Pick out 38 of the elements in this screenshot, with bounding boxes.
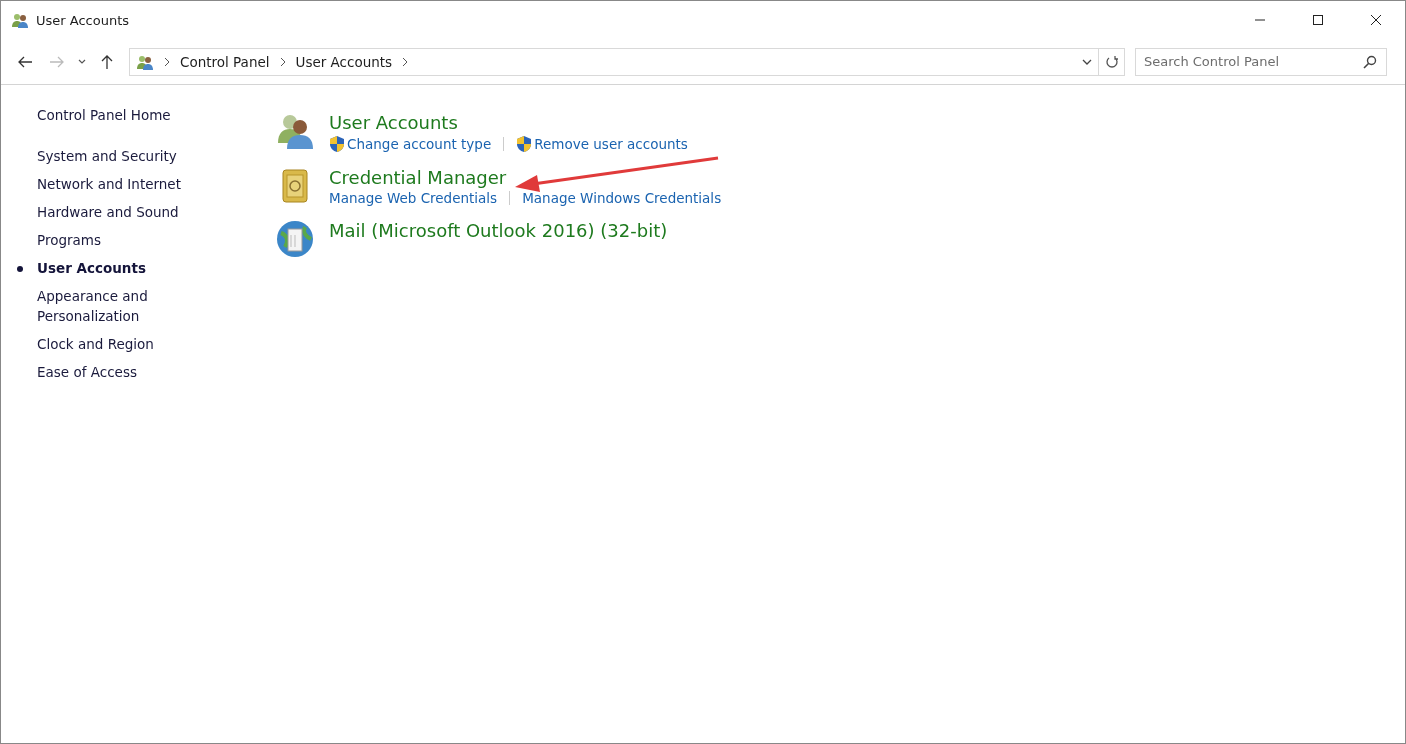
task-link[interactable]: Manage Windows Credentials: [522, 190, 722, 206]
task-link[interactable]: Remove user accounts: [534, 136, 688, 152]
dropdown-icon[interactable]: [1082, 58, 1092, 65]
section-title-link[interactable]: Credential Manager: [329, 166, 722, 190]
search-field[interactable]: Search Control Panel: [1135, 47, 1387, 76]
breadcrumb[interactable]: Control Panel: [180, 53, 270, 70]
breadcrumb[interactable]: User Accounts: [295, 53, 393, 70]
back-arrow-icon[interactable]: [17, 55, 33, 68]
sidebar-link[interactable]: Network and Internet: [37, 174, 181, 194]
section-title-link[interactable]: Mail (Microsoft Outlook 2016) (32-bit): [329, 219, 668, 243]
refresh-icon[interactable]: [1104, 54, 1119, 69]
sidebar-link[interactable]: System and Security: [37, 146, 177, 166]
chevron-icon: [164, 56, 170, 67]
chevron-down-icon[interactable]: [78, 58, 86, 65]
chevron-icon: [279, 56, 286, 67]
sidebar-link[interactable]: User Accounts: [37, 258, 146, 278]
address-bar[interactable]: Control Panel User Accounts: [129, 47, 1099, 76]
sidebar-link[interactable]: Clock and Region: [37, 334, 154, 354]
users-icon: [11, 12, 29, 28]
section-title-link[interactable]: User Accounts: [329, 111, 688, 135]
sidebar-link[interactable]: Control Panel Home: [37, 105, 171, 125]
close-icon[interactable]: [1370, 14, 1382, 26]
sidebar-link[interactable]: Ease of Access: [37, 362, 137, 382]
task-link[interactable]: Change account type: [347, 136, 492, 152]
sidebar-link[interactable]: Appearance and Personalization: [37, 286, 239, 326]
search-icon: [1363, 54, 1377, 69]
globe-mail-icon: [275, 219, 315, 259]
bullet-icon: [17, 266, 23, 272]
window-title: User Accounts: [36, 12, 130, 28]
chevron-icon: [402, 56, 409, 67]
users-icon: [136, 53, 154, 70]
maximize-icon[interactable]: [1312, 14, 1324, 26]
shield-icon: [516, 135, 533, 153]
up-arrow-icon[interactable]: [101, 53, 113, 70]
task-link[interactable]: Manage Web Credentials: [329, 190, 498, 206]
sidebar-link[interactable]: Programs: [37, 230, 101, 250]
shield-icon: [329, 135, 345, 153]
sidebar-link[interactable]: Hardware and Sound: [37, 202, 179, 222]
